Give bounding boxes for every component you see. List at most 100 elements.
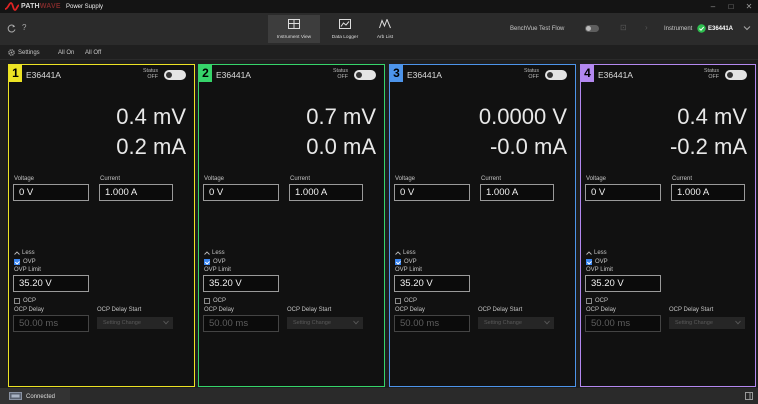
brand-logo: PATHWAVE <box>21 2 61 11</box>
voltage-setpoint-input[interactable]: 0 V <box>13 184 89 201</box>
chevron-up-icon[interactable] <box>586 251 592 255</box>
ocp-delay-start-value: Setting Change <box>484 320 522 326</box>
ovp-limit-input[interactable]: 35.20 V <box>203 275 279 292</box>
ovp-checkbox[interactable] <box>14 259 20 265</box>
status-state: OFF <box>708 74 719 80</box>
title-bar: PATHWAVE Power Supply – □ ✕ <box>0 0 758 13</box>
chevron-right-icon[interactable]: › <box>645 23 648 33</box>
chevron-up-icon[interactable] <box>204 251 210 255</box>
refresh-icon[interactable] <box>7 24 16 33</box>
connection-icon <box>9 392 22 400</box>
ocp-delay-label: OCP Delay <box>14 307 44 313</box>
toggle-knob <box>547 72 553 78</box>
voltage-setpoint-input[interactable]: 0 V <box>394 184 470 201</box>
ocp-delay-input[interactable]: 50.00 ms <box>394 315 470 332</box>
less-toggle[interactable]: Less <box>403 249 416 257</box>
ocp-delay-start-select[interactable]: Setting Change <box>669 317 745 329</box>
current-setpoint-input[interactable]: 1.000 A <box>99 184 173 201</box>
instrument-select[interactable]: E36441A <box>708 25 733 33</box>
ocp-delay-start-select[interactable]: Setting Change <box>97 317 173 329</box>
ocp-label: OCP <box>404 298 418 304</box>
current-setpoint-input[interactable]: 1.000 A <box>671 184 745 201</box>
ocp-delay-input[interactable]: 50.00 ms <box>13 315 89 332</box>
settings-button[interactable]: Settings <box>18 49 40 57</box>
all-off-button[interactable]: All Off <box>85 49 101 57</box>
channel-number: 2 <box>202 66 209 80</box>
ocp-delay-input[interactable]: 50.00 ms <box>585 315 661 332</box>
ocp-delay-start-value: Setting Change <box>293 320 331 326</box>
ocp-checkbox[interactable] <box>204 298 210 304</box>
chevron-up-icon[interactable] <box>14 251 20 255</box>
voltage-reading: 0.4 mV <box>116 104 186 129</box>
status-state: OFF <box>528 74 539 80</box>
ovp-label: OVP <box>404 259 417 265</box>
output-toggle[interactable] <box>545 70 567 80</box>
gear-icon[interactable] <box>8 49 15 56</box>
voltage-setpoint-input[interactable]: 0 V <box>585 184 661 201</box>
ocp-checkbox[interactable] <box>14 298 20 304</box>
minimize-button[interactable]: – <box>706 1 720 12</box>
chevron-down-icon <box>544 320 550 325</box>
channel-number: 3 <box>393 66 400 80</box>
toggle-knob <box>727 72 733 78</box>
ocp-checkbox[interactable] <box>586 298 592 304</box>
ovp-limit-label: OVP Limit <box>586 267 613 273</box>
ovp-limit-input[interactable]: 35.20 V <box>394 275 470 292</box>
ocp-delay-input[interactable]: 50.00 ms <box>203 315 279 332</box>
channel-model: E36441A <box>26 70 61 80</box>
channel-number-badge: 3 <box>390 65 403 82</box>
ovp-limit-input[interactable]: 35.20 V <box>13 275 89 292</box>
instrument-view-tab[interactable]: Instrument View <box>268 15 320 43</box>
toggle-knob <box>166 72 172 78</box>
output-toggle[interactable] <box>354 70 376 80</box>
current-label: Current <box>481 176 502 182</box>
ovp-label: OVP <box>595 259 608 265</box>
test-flow-toggle[interactable] <box>585 25 599 32</box>
current-setpoint-input[interactable]: 1.000 A <box>480 184 554 201</box>
voltage-label: Voltage <box>395 176 416 182</box>
ocp-delay-start-label: OCP Delay Start <box>97 307 142 313</box>
ovp-checkbox[interactable] <box>204 259 210 265</box>
less-toggle[interactable]: Less <box>22 249 35 257</box>
ovp-checkbox[interactable] <box>395 259 401 265</box>
channel-number: 4 <box>584 66 591 80</box>
action-bar: Settings All On All Off <box>0 45 758 60</box>
brand-wave: WAVE <box>39 3 61 10</box>
ovp-limit-label: OVP Limit <box>395 267 422 273</box>
ovp-limit-input[interactable]: 35.20 V <box>585 275 661 292</box>
data-logger-tab[interactable]: Data Logger <box>323 15 367 43</box>
all-on-button[interactable]: All On <box>58 49 74 57</box>
ocp-label: OCP <box>23 298 37 304</box>
connection-status: Connected <box>26 394 56 400</box>
channel-number: 1 <box>12 66 19 80</box>
arb-list-icon <box>379 19 391 29</box>
less-toggle[interactable]: Less <box>594 249 607 257</box>
close-button[interactable]: ✕ <box>742 1 756 12</box>
ocp-checkbox[interactable] <box>395 298 401 304</box>
chevron-up-icon[interactable] <box>395 251 401 255</box>
channel-panel-4: 4 E36441A Status OFF 0.4 mV -0.2 mA Volt… <box>580 64 756 387</box>
ocp-delay-start-select[interactable]: Setting Change <box>478 317 554 329</box>
status-state: OFF <box>337 74 348 80</box>
output-status-label: Status OFF <box>704 68 719 80</box>
less-toggle[interactable]: Less <box>212 249 225 257</box>
current-label: Current <box>100 176 121 182</box>
maximize-button[interactable]: □ <box>724 1 738 12</box>
output-status-label: Status OFF <box>524 68 539 80</box>
toolbar: ? Instrument View Data Logger Arb List B… <box>0 13 758 45</box>
ocp-delay-start-select[interactable]: Setting Change <box>287 317 363 329</box>
ocp-delay-label: OCP Delay <box>395 307 425 313</box>
grid-icon[interactable]: ⊡ <box>620 23 627 33</box>
help-button[interactable]: ? <box>22 23 26 33</box>
current-label: Current <box>672 176 693 182</box>
current-setpoint-input[interactable]: 1.000 A <box>289 184 363 201</box>
output-toggle[interactable] <box>164 70 186 80</box>
channel-panel-1: 1 E36441A Status OFF 0.4 mV 0.2 mA Volta… <box>8 64 195 387</box>
ovp-checkbox[interactable] <box>586 259 592 265</box>
voltage-setpoint-input[interactable]: 0 V <box>203 184 279 201</box>
output-toggle[interactable] <box>725 70 747 80</box>
panel-toggle-icon[interactable] <box>745 392 753 400</box>
channel-model: E36441A <box>407 70 442 80</box>
arb-list-tab[interactable]: Arb List <box>369 15 401 43</box>
chevron-down-icon[interactable] <box>743 25 751 31</box>
